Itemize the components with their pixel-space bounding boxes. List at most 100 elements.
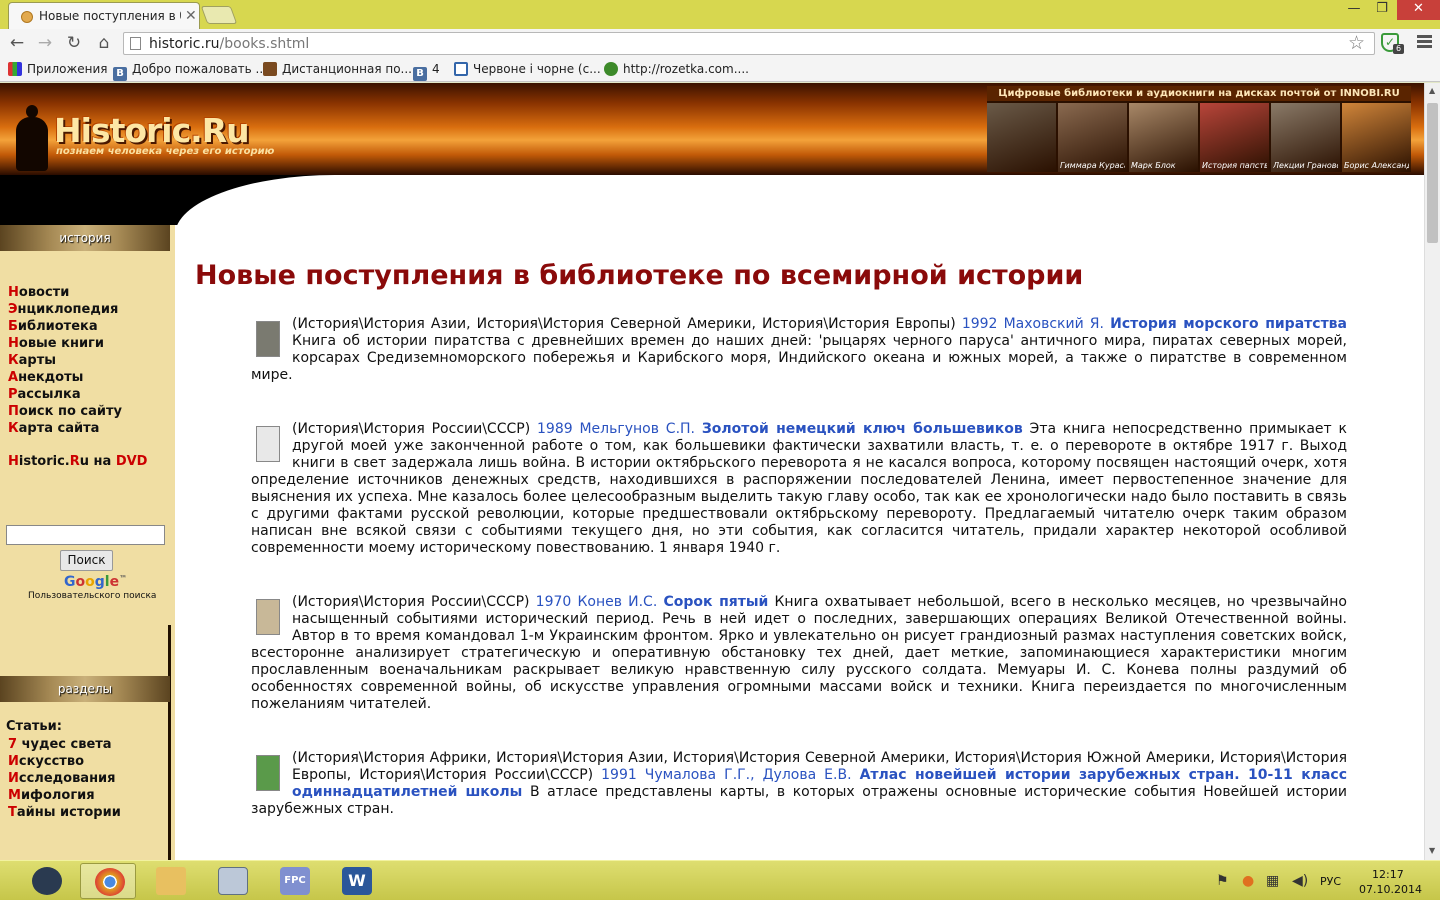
bookmark-welcome[interactable]: В Добро пожаловать ... [113, 62, 267, 81]
input-language[interactable]: РУС [1320, 875, 1341, 888]
sidebar-item-maps[interactable]: Карты [8, 352, 122, 369]
clock-date[interactable]: 07.10.2014 [1359, 883, 1422, 896]
main-content: Новые поступления в библиотеке по всемир… [195, 258, 1347, 817]
bookmark-vk-4[interactable]: В4 [413, 62, 440, 81]
bookmark-distance-learning[interactable]: Дистанционная по... [263, 62, 412, 78]
action-center-flag-icon[interactable]: ⚑ [1216, 873, 1229, 889]
sidebar-item-mailing[interactable]: Рассылка [8, 386, 122, 403]
bookmark-apps[interactable]: Приложения [8, 62, 108, 78]
sidebar-item-research[interactable]: Исследования [8, 770, 121, 787]
taskbar-word[interactable]: W [328, 863, 384, 899]
book-author-link[interactable]: 1970 Конев И.С. [536, 594, 664, 610]
sidebar-item-site-search[interactable]: Поиск по сайту [8, 403, 122, 420]
book-cover-thumbnail[interactable] [256, 321, 280, 357]
distance-learning-icon [263, 62, 277, 76]
bookmark-star-icon[interactable]: ☆ [1348, 32, 1365, 54]
book-cover-thumbnail[interactable] [256, 755, 280, 791]
sidebar-item-dvd[interactable]: Historic.Ru на DVD [8, 454, 147, 469]
extension-badge: 6 [1393, 44, 1404, 54]
folder-icon [156, 867, 186, 895]
rozetka-icon [604, 62, 618, 76]
tab-active[interactable]: Новые поступления в биб ✕ [8, 2, 200, 29]
taskbar-chrome[interactable] [80, 863, 136, 899]
bookmark-rozetka[interactable]: http://rozetka.com.... [604, 62, 749, 78]
scroll-down-arrow-icon[interactable]: ▼ [1429, 846, 1435, 855]
promo-cover[interactable]: Лекции Грановского [1271, 103, 1340, 172]
taskbar-calculator[interactable] [204, 863, 260, 899]
promo-banner[interactable]: Цифровые библиотеки и аудиокниги на диск… [987, 86, 1411, 172]
promo-cover[interactable]: Борис Александрович Тураев [1342, 103, 1411, 172]
vk-icon: В [413, 67, 427, 81]
site-favicon-icon [21, 11, 33, 23]
book-icon [454, 62, 468, 76]
book-author-link[interactable]: 1992 Маховский Я. [962, 316, 1110, 332]
vk-icon: В [113, 67, 127, 81]
volume-icon[interactable]: ◀) [1292, 873, 1308, 889]
book-title-link[interactable]: Сорок пятый [663, 594, 768, 610]
sidebar-sections: 7 чудес света Искусство Исследования Миф… [8, 736, 121, 821]
sidebar-item-mythology[interactable]: Мифология [8, 787, 121, 804]
book-cover-thumbnail[interactable] [256, 426, 280, 462]
fpc-icon: FPC [280, 867, 310, 895]
book-entry: (История\История Африки, История\История… [251, 750, 1347, 818]
bookmarks-bar: Приложения В Добро пожаловать ... Дистанц… [0, 58, 1440, 82]
articles-label: Статьи: [6, 719, 62, 734]
sidebar-item-new-books[interactable]: Новые книги [8, 335, 122, 352]
sidebar-item-news[interactable]: Новости [8, 284, 122, 301]
taskbar-steam[interactable] [18, 863, 74, 899]
book-author-link[interactable]: 1989 Мельгунов С.П. [537, 421, 702, 437]
sidebar-item-sitemap[interactable]: Карта сайта [8, 420, 122, 437]
site-banner: Historic.Ru познаем человека через его и… [0, 83, 1424, 175]
sidebar-item-encyclopedia[interactable]: Энциклопедия [8, 301, 122, 318]
back-button[interactable]: ← [6, 32, 28, 54]
extension-shield-icon[interactable]: ✓ 6 [1381, 33, 1404, 54]
page-scrollbar[interactable]: ▲ ▼ [1424, 83, 1440, 860]
book-description: Эта книга непосредственно примыкает к др… [251, 421, 1347, 556]
book-categories: (История\История Азии, История\История С… [292, 316, 962, 332]
new-tab-button[interactable] [200, 6, 238, 24]
book-cover-thumbnail[interactable] [256, 599, 280, 635]
home-button[interactable]: ⌂ [93, 32, 115, 54]
book-title-link[interactable]: История морского пиратства [1110, 316, 1347, 332]
page-icon [130, 37, 141, 50]
sidebar-item-library[interactable]: Библиотека [8, 318, 122, 335]
browser-toolbar: ← → ↻ ⌂ historic.ru/books.shtml ☆ ✓ 6 [0, 29, 1440, 58]
google-logo: Google™ [64, 574, 128, 590]
tab-close-icon[interactable]: ✕ [185, 8, 197, 24]
clock-time[interactable]: 12:17 [1372, 868, 1404, 881]
book-entry: (История\История России\СССР) 1989 Мельг… [251, 421, 1347, 557]
search-button[interactable]: Поиск [60, 550, 113, 571]
calculator-icon [218, 867, 248, 895]
book-author-link[interactable]: 1991 Чумалова Г.Г., Дулова Е.В. [601, 767, 859, 783]
book-entry: (История\История России\СССР) 1970 Конев… [251, 594, 1347, 713]
sidebar-item-history-mysteries[interactable]: Тайны истории [8, 804, 121, 821]
taskbar-fpc[interactable]: FPC [266, 863, 322, 899]
windows-taskbar: FPC W ⚑ ● ▦ ◀) РУС 12:17 07.10.2014 [0, 860, 1440, 900]
promo-cover[interactable]: История папства [1200, 103, 1269, 172]
promo-cover[interactable]: Гиммара Кураса [1058, 103, 1127, 172]
site-logo[interactable]: Historic.Ru [54, 111, 250, 150]
promo-cover[interactable]: Марк Блок [1129, 103, 1198, 172]
sidebar-item-7-wonders[interactable]: 7 чудес света [8, 736, 121, 753]
book-title-link[interactable]: Золотой немецкий ключ большевиков [702, 421, 1023, 437]
sidebar-item-jokes[interactable]: Анекдоты [8, 369, 122, 386]
reload-button[interactable]: ↻ [63, 32, 85, 54]
window-maximize-button[interactable]: ❐ [1368, 0, 1396, 20]
scrollbar-thumb[interactable] [1427, 103, 1438, 243]
site-search-input[interactable] [6, 525, 165, 545]
network-icon[interactable]: ▦ [1266, 873, 1279, 889]
google-custom-search-label: Пользовательского поиска [28, 591, 157, 601]
promo-cover[interactable] [987, 103, 1056, 172]
sidebar: история Новости Энциклопедия Библиотека … [0, 225, 175, 860]
scroll-up-arrow-icon[interactable]: ▲ [1429, 86, 1435, 95]
taskbar-file-explorer[interactable] [142, 863, 198, 899]
window-minimize-button[interactable]: — [1340, 0, 1368, 20]
bookmark-red-and-black[interactable]: Червоне і чорне (с... [454, 62, 601, 78]
forward-button[interactable]: → [34, 32, 56, 54]
sidebar-item-art[interactable]: Искусство [8, 753, 121, 770]
address-bar[interactable]: historic.ru/books.shtml ☆ [123, 32, 1375, 55]
avast-icon[interactable]: ● [1242, 873, 1254, 889]
chrome-menu-icon[interactable] [1417, 35, 1432, 50]
window-close-button[interactable]: ✕ [1397, 0, 1440, 20]
tab-title: Новые поступления в биб [39, 9, 181, 23]
